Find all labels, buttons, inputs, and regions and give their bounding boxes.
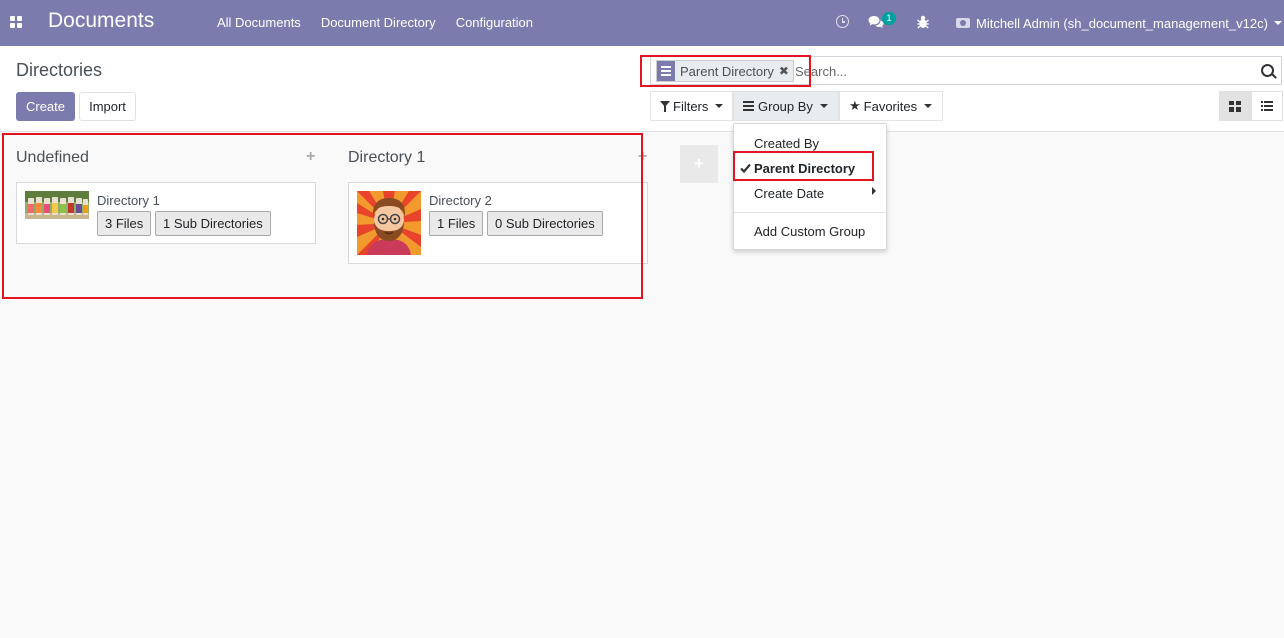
group-by-button[interactable]: Group By bbox=[733, 91, 839, 121]
menu-configuration[interactable]: Configuration bbox=[446, 0, 543, 46]
dropdown-item-create-date[interactable]: Create Date bbox=[754, 186, 824, 201]
create-button[interactable]: Create bbox=[16, 92, 75, 121]
search-facet: Parent Directory ✖ bbox=[656, 60, 794, 82]
app-brand[interactable]: Documents bbox=[48, 9, 154, 33]
group-by-label: Group By bbox=[758, 98, 813, 114]
kanban-icon bbox=[1229, 100, 1241, 112]
user-menu[interactable]: Mitchell Admin (sh_document_management_v… bbox=[956, 0, 1282, 46]
favorites-button[interactable]: ★ Favorites bbox=[839, 91, 943, 121]
search-icon[interactable] bbox=[1261, 64, 1274, 77]
sub-directories-button[interactable]: 1 Sub Directories bbox=[155, 211, 271, 236]
favorites-label: Favorites bbox=[863, 98, 918, 114]
filters-button[interactable]: Filters bbox=[650, 91, 733, 121]
kanban-card[interactable]: Directory 1 3 Files 1 Sub Directories bbox=[16, 182, 316, 244]
add-column-button[interactable]: + bbox=[680, 145, 718, 183]
search-input[interactable] bbox=[795, 62, 1255, 80]
apps-grid-icon[interactable] bbox=[10, 16, 23, 29]
facet-value: Parent Directory bbox=[680, 63, 774, 79]
chat-count-badge: 1 bbox=[882, 12, 896, 25]
check-icon bbox=[740, 161, 751, 176]
kanban-board: Undefined + Directory 1 3 Files 1 Sub Di… bbox=[0, 132, 1284, 638]
card-title: Directory 2 bbox=[429, 193, 492, 208]
dropdown-item-parent-directory[interactable]: Parent Directory bbox=[754, 161, 855, 176]
page-title: Directories bbox=[16, 60, 103, 80]
files-count-button[interactable]: 1 Files bbox=[429, 211, 484, 236]
search-box: Parent Directory ✖ bbox=[650, 56, 1282, 85]
group-by-icon bbox=[657, 61, 675, 81]
star-icon: ★ bbox=[849, 98, 861, 113]
chevron-down-icon bbox=[715, 104, 724, 108]
list-view-button[interactable] bbox=[1251, 91, 1283, 121]
filters-label: Filters bbox=[673, 98, 709, 114]
filter-icon bbox=[660, 101, 670, 112]
sub-directories-button[interactable]: 0 Sub Directories bbox=[487, 211, 603, 236]
dropdown-item-created-by[interactable]: Created By bbox=[754, 136, 819, 151]
clock-icon[interactable] bbox=[836, 15, 849, 28]
column-title[interactable]: Undefined bbox=[16, 149, 89, 167]
chevron-right-icon bbox=[872, 187, 876, 195]
kanban-card[interactable]: Directory 2 1 Files 0 Sub Directories bbox=[348, 182, 648, 264]
main-menu: All Documents Document Directory Configu… bbox=[207, 0, 543, 46]
card-title: Directory 1 bbox=[97, 193, 160, 208]
close-icon[interactable]: ✖ bbox=[779, 64, 793, 78]
bottles-photo bbox=[25, 191, 89, 219]
bearded-avatar bbox=[357, 191, 421, 255]
files-count-button[interactable]: 3 Files bbox=[97, 211, 152, 236]
dropdown-divider bbox=[734, 212, 886, 213]
column-title[interactable]: Directory 1 bbox=[348, 149, 425, 167]
list-icon bbox=[1261, 101, 1273, 111]
camera-icon bbox=[956, 18, 970, 28]
column-quick-create-icon[interactable]: + bbox=[638, 148, 647, 166]
menu-document-directory[interactable]: Document Directory bbox=[311, 0, 446, 46]
kanban-view-button[interactable] bbox=[1219, 91, 1251, 121]
user-name: Mitchell Admin (sh_document_management_v… bbox=[976, 15, 1268, 31]
chevron-down-icon bbox=[1273, 21, 1282, 25]
column-quick-create-icon[interactable]: + bbox=[306, 148, 315, 166]
dropdown-item-add-custom-group[interactable]: Add Custom Group bbox=[754, 224, 865, 239]
menu-all-documents[interactable]: All Documents bbox=[207, 0, 311, 46]
group-by-dropdown: Created By Parent Directory Create Date … bbox=[733, 123, 887, 250]
chevron-down-icon bbox=[819, 104, 828, 108]
bug-icon[interactable] bbox=[917, 15, 929, 32]
chevron-down-icon bbox=[924, 104, 933, 108]
top-navbar: Documents All Documents Document Directo… bbox=[0, 0, 1284, 46]
control-panel: Directories Create Import Parent Directo… bbox=[0, 46, 1284, 132]
import-button[interactable]: Import bbox=[79, 92, 136, 121]
bars-icon bbox=[743, 101, 754, 111]
